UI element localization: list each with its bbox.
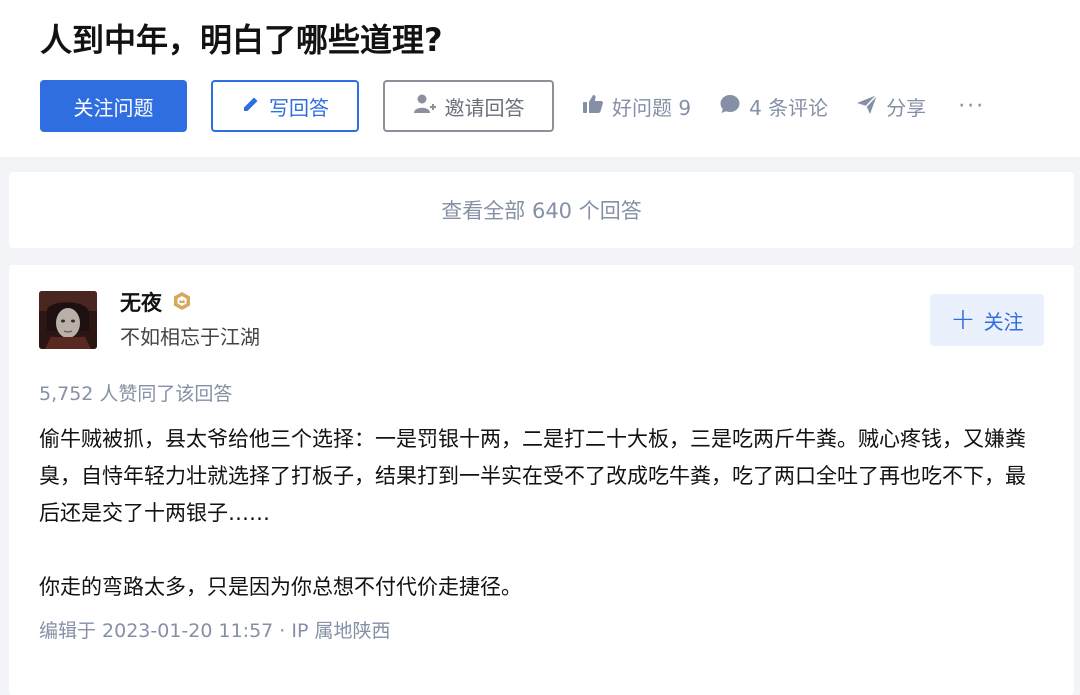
answer-content: 偷牛贼被抓，县太爷给他三个选择：一是罚银十两，二是打二十大板，三是吃两斤牛粪。贼… (39, 421, 1039, 606)
follow-author-button[interactable]: + 关注 (930, 294, 1044, 346)
share-label: 分享 (886, 95, 927, 120)
comments-label: 4 条评论 (749, 95, 829, 120)
add-user-icon (413, 93, 445, 120)
paper-plane-icon (856, 93, 886, 120)
author-name[interactable]: 无夜 (120, 287, 162, 317)
edit-time[interactable]: 编辑于 2023-01-20 11:57 · IP 属地陕西 (39, 616, 390, 643)
avatar[interactable] (39, 291, 97, 349)
question-actions: 关注问题 写回答 邀请回答 好问题 9 4 条评论 分享 ··· (40, 80, 985, 132)
question-header: 人到中年，明白了哪些道理? 关注问题 写回答 邀请回答 好问题 9 4 条评论 … (0, 0, 1080, 157)
author-bio: 不如相忘于江湖 (120, 325, 260, 349)
comments-button[interactable]: 4 条评论 (719, 92, 828, 121)
pencil-icon (241, 94, 269, 119)
good-question-label: 好问题 9 (612, 95, 692, 120)
follow-question-button[interactable]: 关注问题 (40, 80, 187, 132)
follow-author-label: 关注 (983, 309, 1024, 334)
answer-paragraph: 偷牛贼被抓，县太爷给他三个选择：一是罚银十两，二是打二十大板，三是吃两斤牛粪。贼… (39, 427, 1026, 525)
hexagon-badge-icon (172, 291, 192, 315)
good-question-button[interactable]: 好问题 9 (582, 92, 691, 121)
answer-paragraph: 你走的弯路太多，只是因为你总想不付代价走捷径。 (39, 575, 522, 599)
write-answer-button[interactable]: 写回答 (211, 80, 359, 132)
invite-answer-button[interactable]: 邀请回答 (383, 80, 554, 132)
thumbs-up-icon (582, 93, 612, 120)
answer-card: 无夜 不如相忘于江湖 + 关注 5,752 人赞同了该回答 偷牛贼被抓，县太爷给… (9, 265, 1074, 695)
plus-icon: + (950, 302, 976, 337)
view-all-answers-button[interactable]: 查看全部 640 个回答 (9, 172, 1074, 248)
vote-summary[interactable]: 5,752 人赞同了该回答 (39, 379, 232, 406)
write-answer-label: 写回答 (269, 95, 329, 120)
comment-bubble-icon (719, 93, 749, 120)
invite-answer-label: 邀请回答 (444, 95, 525, 120)
question-title: 人到中年，明白了哪些道理? (40, 21, 443, 59)
more-options-button[interactable]: ··· (958, 94, 985, 119)
share-button[interactable]: 分享 (856, 92, 926, 121)
